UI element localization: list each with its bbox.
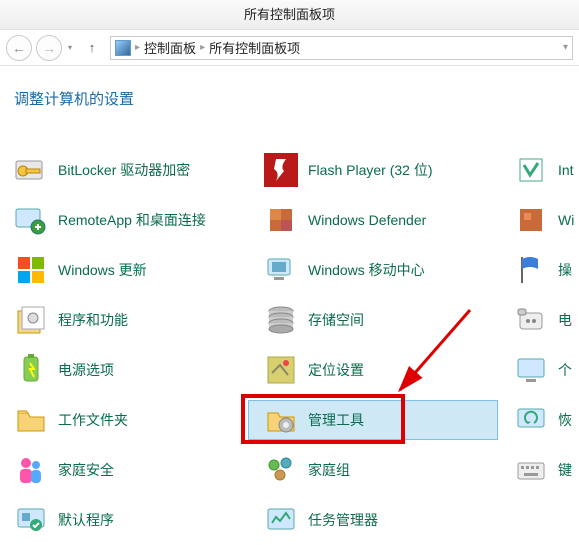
wifi-icon [514, 203, 548, 237]
folder-icon [14, 403, 48, 437]
item-homegroup[interactable]: 家庭组 [264, 453, 514, 487]
control-panel-icon [115, 40, 131, 56]
item-windows-update[interactable]: Windows 更新 [14, 253, 264, 287]
item-bitlocker[interactable]: BitLocker 驱动器加密 [14, 153, 264, 187]
item-mobility[interactable]: Windows 移动中心 [264, 253, 514, 287]
default-programs-icon [14, 503, 48, 537]
item-admin-tools[interactable]: 管理工具 [264, 403, 514, 437]
item-label: RemoteApp 和桌面连接 [58, 210, 206, 230]
flash-icon [264, 153, 298, 187]
item-label: 默认程序 [58, 510, 114, 530]
flag-icon [514, 253, 548, 287]
control-panel-grid: BitLocker 驱动器加密 Flash Player (32 位) Int … [0, 109, 579, 545]
item-task-manager[interactable]: 任务管理器 [264, 503, 514, 537]
item-label: 键 [558, 460, 572, 480]
item-label: 家庭组 [308, 460, 350, 480]
item-wifi[interactable]: Wi [514, 203, 574, 237]
item-label: 电源选项 [58, 360, 114, 380]
programs-icon [14, 303, 48, 337]
item-label: Windows 更新 [58, 260, 147, 280]
item-internet[interactable]: Int [514, 153, 574, 187]
remoteapp-icon [14, 203, 48, 237]
admin-tools-icon [264, 403, 298, 437]
history-dropdown[interactable]: ▾ [66, 43, 74, 52]
item-work-folders[interactable]: 工作文件夹 [14, 403, 264, 437]
navigation-bar: ← → ▾ ↑ ▸ 控制面板 ▸ 所有控制面板项 ▾ [0, 30, 579, 66]
item-phone[interactable]: 电 [514, 303, 574, 337]
defender-icon [264, 203, 298, 237]
item-programs[interactable]: 程序和功能 [14, 303, 264, 337]
item-location[interactable]: 定位设置 [264, 353, 514, 387]
item-label: 程序和功能 [58, 310, 128, 330]
breadcrumb-sep: ▸ [135, 42, 140, 53]
homegroup-icon [264, 453, 298, 487]
item-storage[interactable]: 存储空间 [264, 303, 514, 337]
breadcrumb-sep: ▸ [200, 42, 205, 53]
phone-icon [514, 303, 548, 337]
item-label: BitLocker 驱动器加密 [58, 160, 190, 180]
page-heading: 调整计算机的设置 [0, 66, 579, 109]
family-icon [14, 453, 48, 487]
item-flash[interactable]: Flash Player (32 位) [264, 153, 514, 187]
address-bar[interactable]: ▸ 控制面板 ▸ 所有控制面板项 ▾ [110, 36, 573, 60]
item-label: 存储空间 [308, 310, 364, 330]
task-manager-icon [264, 503, 298, 537]
item-defender[interactable]: Windows Defender [264, 203, 514, 237]
item-label: Flash Player (32 位) [308, 160, 432, 180]
bitlocker-icon [14, 153, 48, 187]
internet-icon [514, 153, 548, 187]
personal-icon [514, 353, 548, 387]
window-title-bar: 所有控制面板项 [0, 0, 579, 30]
window-title: 所有控制面板项 [244, 7, 335, 22]
item-keyboard[interactable]: 键 [514, 453, 574, 487]
forward-button[interactable]: → [36, 35, 62, 61]
item-label: Windows Defender [308, 212, 426, 228]
item-label: 恢 [558, 410, 572, 430]
item-family-safety[interactable]: 家庭安全 [14, 453, 264, 487]
item-label: Wi [558, 212, 574, 228]
item-power[interactable]: 电源选项 [14, 353, 264, 387]
item-action[interactable]: 操 [514, 253, 574, 287]
item-label: 工作文件夹 [58, 410, 128, 430]
mobility-icon [264, 253, 298, 287]
power-icon [14, 353, 48, 387]
item-label: 管理工具 [308, 410, 364, 430]
item-label: Int [558, 162, 574, 178]
location-icon [264, 353, 298, 387]
windows-update-icon [14, 253, 48, 287]
storage-icon [264, 303, 298, 337]
recovery-icon [514, 403, 548, 437]
item-remoteapp[interactable]: RemoteApp 和桌面连接 [14, 203, 264, 237]
item-recovery[interactable]: 恢 [514, 403, 574, 437]
up-button[interactable]: ↑ [82, 38, 102, 58]
item-label: 操 [558, 260, 572, 280]
item-label: Windows 移动中心 [308, 260, 425, 280]
keyboard-icon [514, 453, 548, 487]
item-default-programs[interactable]: 默认程序 [14, 503, 264, 537]
item-label: 任务管理器 [308, 510, 378, 530]
breadcrumb-root[interactable]: 控制面板 [144, 38, 196, 57]
item-personal[interactable]: 个 [514, 353, 574, 387]
item-label: 个 [558, 360, 572, 380]
back-button[interactable]: ← [6, 35, 32, 61]
item-label: 家庭安全 [58, 460, 114, 480]
breadcrumb-current[interactable]: 所有控制面板项 [209, 38, 300, 57]
item-label: 电 [558, 310, 572, 330]
address-dropdown[interactable]: ▾ [563, 42, 568, 53]
item-label: 定位设置 [308, 360, 364, 380]
